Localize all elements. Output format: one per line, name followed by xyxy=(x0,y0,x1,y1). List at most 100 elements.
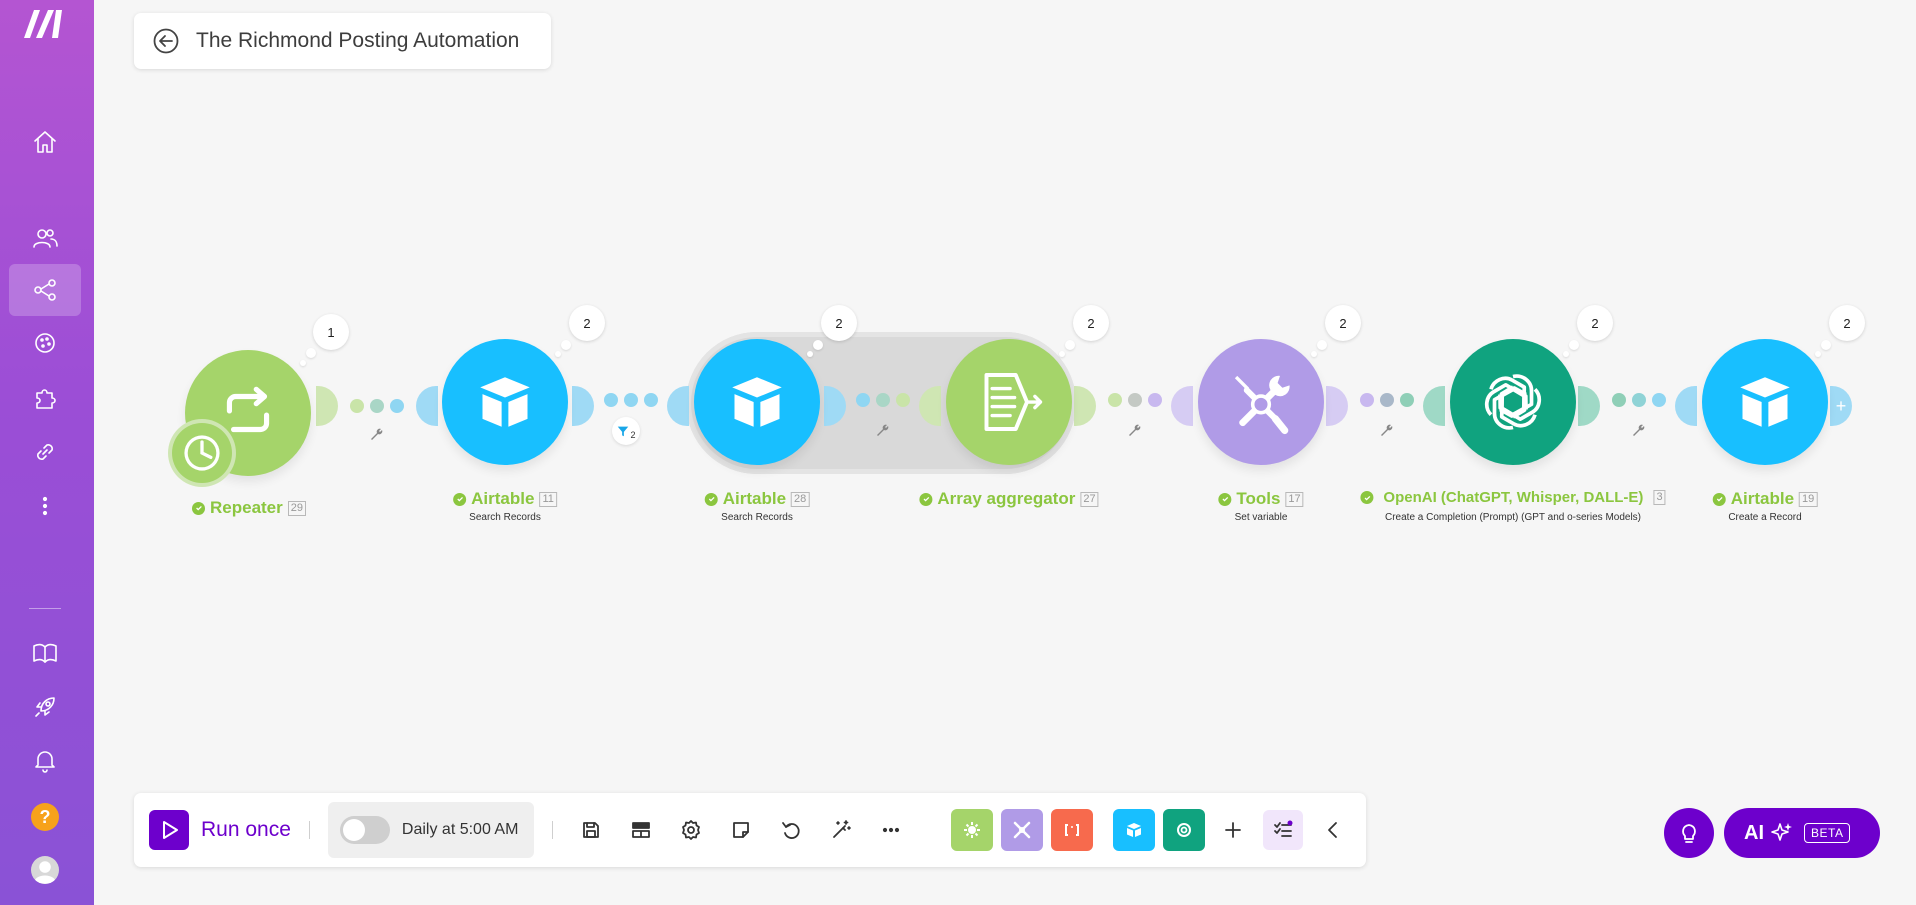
module-circle[interactable] xyxy=(946,339,1072,465)
sidebar-item-notifications[interactable] xyxy=(9,734,81,786)
connector-handle[interactable] xyxy=(1578,386,1600,426)
module-action: Create a Completion (Prompt) (GPT and o-… xyxy=(1384,512,1642,523)
more-options-button[interactable] xyxy=(871,810,911,850)
connector-handle[interactable] xyxy=(1423,386,1445,426)
auto-align-button[interactable] xyxy=(621,810,661,850)
connector-dot xyxy=(1612,393,1626,407)
bubble-dot xyxy=(1815,351,1821,357)
tools-button[interactable] xyxy=(1000,809,1043,851)
json-button[interactable] xyxy=(1050,809,1093,851)
sidebar-item-docs[interactable] xyxy=(9,627,81,679)
connector-handle[interactable] xyxy=(1171,386,1193,426)
sidebar-item-templates[interactable] xyxy=(9,317,81,369)
toolbar-separator xyxy=(551,821,553,839)
connector-handle[interactable] xyxy=(1675,386,1697,426)
hints-button[interactable] xyxy=(1664,808,1714,858)
connector-dot xyxy=(1108,393,1122,407)
avatar xyxy=(31,856,59,884)
module-id: 3 xyxy=(1653,490,1666,505)
wrench-icon[interactable] xyxy=(368,426,384,442)
operations-bubble[interactable]: 2 xyxy=(569,305,605,341)
openai-button[interactable] xyxy=(1162,809,1205,851)
operations-bubble[interactable]: 2 xyxy=(821,305,857,341)
collapse-toolbar-button[interactable] xyxy=(1313,810,1353,850)
schedule-toggle[interactable] xyxy=(339,816,390,844)
help-icon: ? xyxy=(31,803,59,831)
connector-handle[interactable] xyxy=(1074,386,1096,426)
operations-bubble[interactable]: 2 xyxy=(1829,305,1865,341)
ai-assistant-button[interactable]: AI BETA xyxy=(1724,808,1880,858)
sidebar-item-connections[interactable] xyxy=(9,426,81,478)
connector-handle[interactable] xyxy=(667,386,689,426)
sidebar-item-more[interactable] xyxy=(9,480,81,532)
connector-dot xyxy=(1652,393,1666,407)
notes-icon xyxy=(733,822,749,838)
check-icon xyxy=(453,492,467,506)
team-icon xyxy=(33,229,58,248)
sidebar-divider xyxy=(29,608,61,609)
scenario-canvas[interactable]: 2 + 1 Repeater 29 2 Airtable 11 Search R… xyxy=(94,80,1916,780)
connector-handle[interactable] xyxy=(572,386,594,426)
notes-button[interactable] xyxy=(721,810,761,850)
magic-wand-button[interactable] xyxy=(821,810,861,850)
checklist-button[interactable] xyxy=(1262,810,1303,850)
add-module-handle[interactable]: + xyxy=(1830,386,1852,426)
back-button[interactable] xyxy=(152,27,180,55)
module-circle[interactable] xyxy=(1702,339,1828,465)
apps-icon xyxy=(36,389,56,409)
make-logo[interactable] xyxy=(22,6,70,40)
module-circle[interactable] xyxy=(694,339,820,465)
module-circle[interactable] xyxy=(1198,339,1324,465)
undo-button[interactable] xyxy=(771,810,811,850)
bubble-dot xyxy=(1317,340,1327,350)
add-favorite-button[interactable] xyxy=(1213,810,1253,850)
module-name: Airtable xyxy=(722,489,787,508)
sidebar-item-rocket[interactable] xyxy=(9,681,81,733)
run-once-button[interactable]: Run once xyxy=(149,810,291,850)
wrench-icon[interactable] xyxy=(1378,422,1394,438)
airtable-icon xyxy=(732,377,782,427)
filter-badge[interactable]: 2 xyxy=(612,417,640,445)
settings-button[interactable] xyxy=(671,810,711,850)
sidebar-item-scenarios[interactable] xyxy=(9,264,81,316)
bubble-dot xyxy=(1563,351,1569,357)
bubble-dot xyxy=(561,340,571,350)
connector-handle[interactable] xyxy=(1326,386,1348,426)
save-button[interactable] xyxy=(571,810,611,850)
module-circle[interactable] xyxy=(442,339,568,465)
run-once-label: Run once xyxy=(201,818,291,841)
operations-bubble[interactable]: 2 xyxy=(1577,305,1613,341)
module-circle[interactable] xyxy=(1450,339,1576,465)
sidebar-item-home[interactable] xyxy=(9,116,81,168)
wrench-icon[interactable] xyxy=(1126,422,1142,438)
docs-icon xyxy=(33,643,57,663)
magic-wand-icon xyxy=(833,820,851,838)
module-label: Airtable 11 xyxy=(453,489,557,509)
operations-bubble[interactable]: 2 xyxy=(1325,305,1361,341)
airtable-button[interactable] xyxy=(1112,809,1155,851)
filter-icon xyxy=(618,426,629,437)
flow-control-button[interactable] xyxy=(950,809,993,851)
sidebar-item-profile[interactable] xyxy=(9,844,81,896)
airtable-icon xyxy=(1740,377,1790,427)
sidebar-item-help[interactable]: ? xyxy=(9,791,81,843)
connector-dot xyxy=(370,399,384,413)
wrench-icon[interactable] xyxy=(1630,422,1646,438)
schedule-clock[interactable] xyxy=(172,423,232,483)
scenarios-icon xyxy=(34,279,56,301)
more-dots-icon xyxy=(882,827,900,833)
sidebar-item-apps[interactable] xyxy=(9,372,81,424)
bubble-dot xyxy=(300,360,306,366)
wrench-icon[interactable] xyxy=(874,422,890,438)
operations-bubble[interactable]: 2 xyxy=(1073,305,1109,341)
operations-bubble[interactable]: 1 xyxy=(313,314,349,350)
ai-label: AI xyxy=(1744,821,1764,844)
bubble-dot xyxy=(1311,351,1317,357)
bell-icon xyxy=(35,751,55,773)
connector-handle[interactable] xyxy=(316,386,338,426)
schedule-control[interactable]: Daily at 5:00 AM xyxy=(327,802,534,858)
tools-icon xyxy=(1013,821,1031,839)
module-id: 17 xyxy=(1285,491,1304,507)
sidebar-item-team[interactable] xyxy=(9,212,81,264)
connector-handle[interactable] xyxy=(416,386,438,426)
